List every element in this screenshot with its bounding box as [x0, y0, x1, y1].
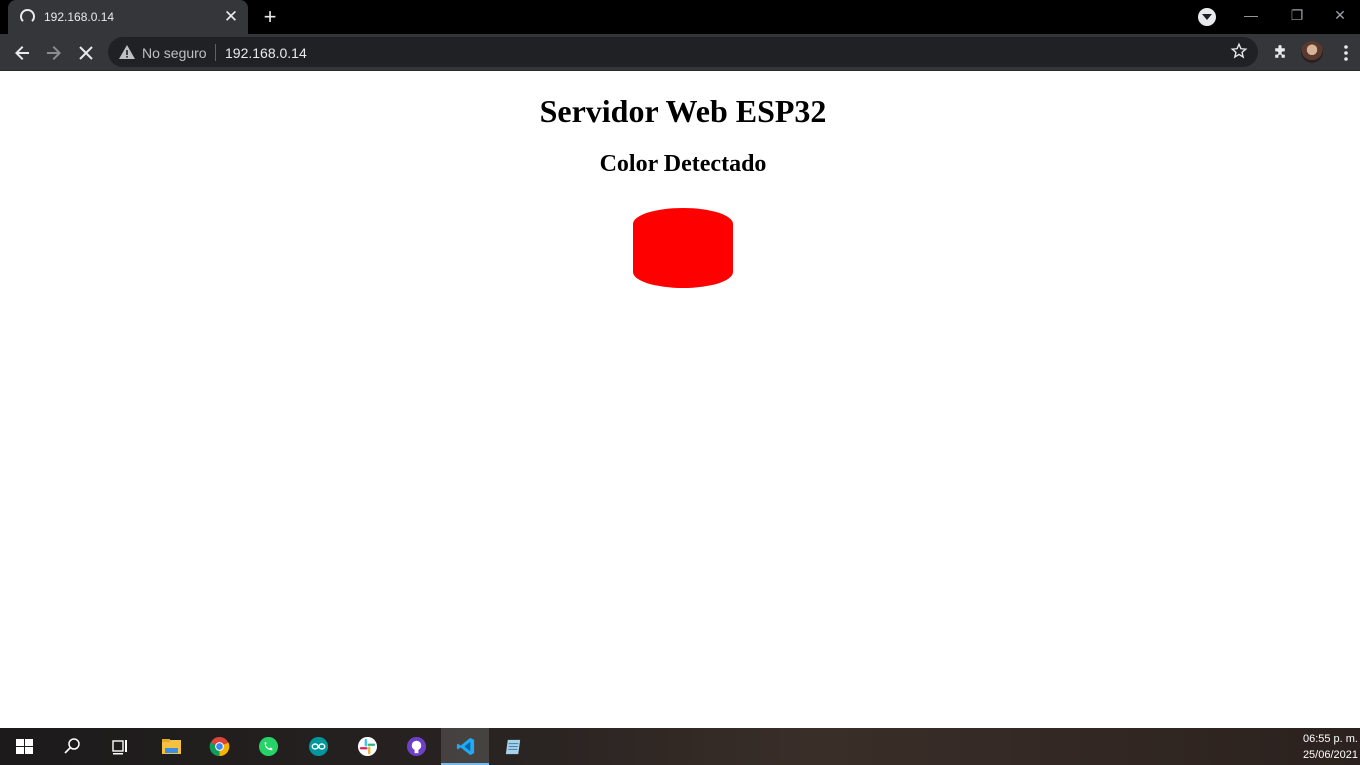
- bookmark-star-icon[interactable]: [1230, 42, 1248, 65]
- minimize-window-icon[interactable]: —: [1228, 0, 1274, 30]
- taskbar-file-explorer[interactable]: [147, 728, 195, 765]
- folder-icon: [162, 739, 181, 754]
- slack-icon: [357, 736, 378, 757]
- windows-logo-icon: [16, 739, 33, 754]
- taskbar-github-desktop[interactable]: [392, 728, 440, 765]
- system-clock[interactable]: 06:55 p. m. 25/06/2021: [1303, 731, 1358, 763]
- windows-taskbar: 06:55 p. m. 25/06/2021: [0, 728, 1360, 765]
- taskbar-notepad[interactable]: [489, 728, 537, 765]
- vscode-icon: [456, 737, 475, 756]
- restore-window-icon[interactable]: ❐: [1274, 0, 1320, 30]
- close-tab-icon[interactable]: ✕: [220, 6, 242, 28]
- detected-color-swatch: [633, 208, 733, 288]
- stop-loading-icon[interactable]: [74, 41, 98, 65]
- close-window-icon[interactable]: ✕: [1320, 0, 1360, 30]
- browser-tabstrip: 192.168.0.14 ✕ + — ❐ ✕: [0, 0, 1360, 34]
- tab-title: 192.168.0.14: [44, 10, 115, 24]
- security-status-label[interactable]: No seguro: [142, 45, 207, 61]
- taskbar-chrome[interactable]: [195, 728, 243, 765]
- notepad-icon: [505, 739, 521, 755]
- taskbar-slack[interactable]: [343, 728, 391, 765]
- clock-time: 06:55 p. m.: [1302, 733, 1358, 745]
- taskbar-arduino[interactable]: [294, 728, 342, 765]
- clock-date: 25/06/2021: [1302, 749, 1358, 761]
- taskbar-vscode[interactable]: [441, 728, 489, 765]
- browser-tab-active[interactable]: 192.168.0.14 ✕: [8, 0, 248, 34]
- arduino-icon: [308, 736, 329, 757]
- forward-arrow-icon[interactable]: [42, 41, 66, 65]
- extensions-puzzle-icon[interactable]: [1268, 41, 1292, 65]
- omnibox-separator: [215, 44, 216, 61]
- not-secure-warning-icon[interactable]: [119, 45, 135, 64]
- search-icon: [64, 738, 80, 754]
- whatsapp-icon: [258, 736, 279, 757]
- profile-avatar[interactable]: [1301, 41, 1323, 63]
- browser-menu-icon[interactable]: [1334, 41, 1358, 65]
- taskbar-search-button[interactable]: [48, 728, 96, 765]
- address-bar[interactable]: No seguro 192.168.0.14: [108, 37, 1258, 67]
- web-page: Servidor Web ESP32 Color Detectado: [0, 71, 1360, 728]
- back-arrow-icon[interactable]: [10, 41, 34, 65]
- loading-spinner-icon: [20, 9, 35, 24]
- taskbar-whatsapp[interactable]: [244, 728, 292, 765]
- github-icon: [406, 736, 427, 757]
- browser-toolbar: No seguro 192.168.0.14: [0, 34, 1360, 71]
- new-tab-button[interactable]: +: [258, 4, 282, 30]
- page-subtitle: Color Detectado: [599, 151, 767, 177]
- url-text[interactable]: 192.168.0.14: [225, 45, 307, 61]
- task-view-icon: [112, 740, 127, 755]
- start-button[interactable]: [0, 728, 48, 765]
- chrome-icon: [209, 736, 230, 757]
- tab-search-dropdown-icon[interactable]: [1198, 8, 1216, 26]
- page-title: Servidor Web ESP32: [539, 93, 827, 129]
- task-view-button[interactable]: [96, 728, 144, 765]
